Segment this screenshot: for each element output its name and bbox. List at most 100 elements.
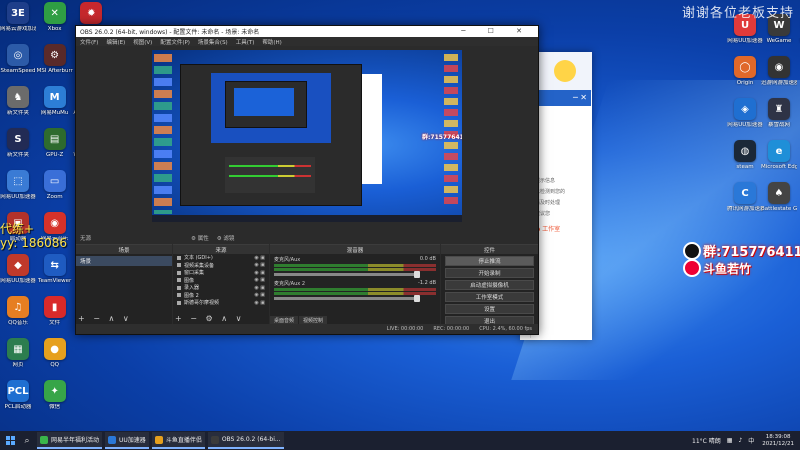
control-buttons: 停止推流 开始录制 启动虚拟摄像机 工作室模式 设置 退出	[441, 256, 538, 326]
desktop-icon[interactable]: ◯ Origin	[728, 56, 762, 96]
obs-menu-item[interactable]: 工具(T)	[236, 38, 255, 46]
obs-menu-item[interactable]: 场景集合(S)	[198, 38, 228, 46]
source-list-item[interactable]: 录入器 ◉ ▣	[173, 284, 269, 292]
obs-menu-item[interactable]: 帮助(H)	[262, 38, 281, 46]
source-list-item[interactable]: 斯德哥尔摩视频 ◉ ▣	[173, 299, 269, 307]
preview-qq-label: 群:715776411	[422, 134, 462, 141]
start-button[interactable]	[0, 431, 20, 450]
app-icon: ⇆	[43, 254, 66, 276]
desktop-icon[interactable]: ♠ Battlestate Games L...	[761, 182, 797, 222]
desktop-icon[interactable]: ♜ 暴雪战网	[762, 98, 796, 138]
obs-statusbar: LIVE: 00:00:00 REC: 00:00:00 CPU: 2.4%, …	[76, 324, 538, 334]
desktop-icon[interactable]: ▮ 文件	[38, 296, 72, 336]
ime-indicator[interactable]: 中	[748, 436, 754, 445]
task-label: UU加速器	[119, 437, 146, 444]
desktop-icon-label: 网易UU加速器	[0, 194, 36, 200]
obs-menu-item[interactable]: 编辑(E)	[106, 38, 125, 46]
source-list-item[interactable]: 窗口采集 ◉ ▣	[173, 269, 269, 277]
taskbar-task[interactable]: 网易半年福利活动	[37, 432, 103, 449]
source-toolbar[interactable]: + − ⚙ ∧ ∨	[175, 314, 244, 323]
desktop-icon[interactable]: ▭ Zoom	[38, 170, 72, 210]
volume-fader[interactable]	[274, 271, 420, 278]
mixer-channel-db: 0.0 dB	[419, 256, 436, 262]
scene-toolbar[interactable]: + − ∧ ∨	[78, 314, 132, 323]
desktop-icon[interactable]: ◉ 迅游网游加速器	[761, 56, 797, 96]
visibility-eye-icon[interactable]: ◉ ▣	[254, 285, 265, 291]
desktop-icon[interactable]: 3E 网易云游戏加速器	[0, 2, 36, 42]
desktop-icon[interactable]: C 腾讯网游加速器	[727, 182, 763, 222]
control-button[interactable]: 工作室模式	[445, 292, 534, 302]
properties-button[interactable]: ⚙ 属性	[191, 234, 209, 242]
desktop-icon[interactable]: ▤ GPU-Z	[38, 128, 72, 168]
qq-group-text: 群:715776411	[703, 245, 800, 260]
sources-panel: 来源 文本 (GDI+) ◉ ▣ 视频采集设备 ◉ ▣ 窗口采集 ◉ ▣ 图像 ◉ ▣ 录入器 ◉…	[173, 244, 269, 325]
desktop-icon[interactable]: ♞ 新文件夹	[1, 86, 35, 126]
desktop-icon[interactable]: ◎ SteamSpeed	[0, 44, 36, 84]
no-source-label: 无源	[80, 235, 92, 242]
desktop-icon-label: Origin	[736, 80, 754, 86]
desktop-icon[interactable]: ⚙网易BUFF	[796, 14, 800, 54]
desktop-icon[interactable]: e Microsoft Edge	[761, 140, 797, 180]
desktop-icon[interactable]: ⚙ MSI Afterburner	[37, 44, 73, 84]
background-dialog-window[interactable]: ─ ✕ 提示信息 已检测到您的 请及时处理 建议您 ● 工作室	[530, 90, 591, 338]
control-button[interactable]: 开始录制	[445, 268, 534, 278]
desktop-icon[interactable]: ✕ Xbox	[38, 2, 72, 42]
stream-overlay-left: 代练+ yy: 186086	[0, 222, 67, 250]
desktop-icon[interactable]: PCL PCL启动器	[1, 380, 35, 420]
desktop-icon[interactable]: ● QQ	[38, 338, 72, 378]
desktop-icon[interactable]: ⬚ 网易UU加速器	[0, 170, 36, 210]
taskbar-clock[interactable]: 18:39:08 2021/12/21	[762, 434, 794, 448]
search-icon[interactable]: ⌕	[20, 431, 34, 450]
volume-icon[interactable]: ♪	[738, 437, 742, 444]
scene-list-item[interactable]: 场景	[76, 256, 172, 266]
desktop-icon[interactable]: ♫ QQ音乐	[1, 296, 35, 336]
desktop-icon[interactable]: M 网易MuMu	[38, 86, 72, 126]
source-list-item[interactable]: 视频采集设备 ◉ ▣	[173, 262, 269, 270]
dialog-text: 提示信息 已检测到您的 请及时处理 建议您	[531, 176, 591, 220]
weather-widget[interactable]: 11°C 晴朗	[692, 436, 721, 445]
taskbar-task[interactable]: 斗鱼直播伴侣	[151, 432, 205, 449]
desktop-icon[interactable]: ◆ 网易UU加速器	[0, 254, 36, 294]
desktop-icon[interactable]: ✦ 微信	[38, 380, 72, 420]
visibility-eye-icon[interactable]: ◉ ▣	[254, 300, 265, 306]
desktop-icon[interactable]: ▦ 网页	[1, 338, 35, 378]
volume-fader[interactable]	[274, 295, 420, 302]
desktop-icon[interactable]: ◍ steam	[728, 140, 762, 180]
app-icon: ◍	[734, 140, 756, 162]
source-name: 文本 (GDI+)	[184, 255, 213, 262]
control-button[interactable]: 设置	[445, 304, 534, 314]
app-icon: ⚙	[43, 44, 66, 66]
filters-button[interactable]: ⚙ 滤镜	[217, 234, 235, 242]
audio-level-meter	[274, 268, 436, 271]
obs-preview[interactable]: 群:715776411	[152, 50, 462, 222]
visibility-eye-icon[interactable]: ◉ ▣	[254, 255, 265, 261]
obs-window[interactable]: OBS 26.0.2 (64-bit, windows) - 配置文件: 未命名…	[75, 25, 539, 335]
source-list-item[interactable]: 图像 ◉ ▣	[173, 277, 269, 285]
scenes-panel-title: 场景	[76, 245, 172, 254]
obs-menu-item[interactable]: 文件(F)	[80, 38, 98, 46]
visibility-eye-icon[interactable]: ◉ ▣	[254, 292, 265, 298]
obs-menu-item[interactable]: 视图(V)	[133, 38, 152, 46]
visibility-eye-icon[interactable]: ◉ ▣	[254, 270, 265, 276]
app-icon: ♞	[7, 86, 29, 108]
source-name: 窗口采集	[184, 270, 205, 277]
obs-titlebar[interactable]: OBS 26.0.2 (64-bit, windows) - 配置文件: 未命名…	[76, 26, 538, 37]
desktop-icon-label: QQ音乐	[8, 320, 28, 326]
source-list-item[interactable]: 图像 2 ◉ ▣	[173, 292, 269, 300]
obs-menu-item[interactable]: 配置文件(P)	[160, 38, 190, 46]
desktop-icon[interactable]: ◈ 网易UU加速器	[727, 98, 763, 138]
visibility-eye-icon[interactable]: ◉ ▣	[254, 262, 265, 268]
nested-preview-2	[225, 81, 307, 128]
network-icon[interactable]: ▦	[727, 437, 733, 444]
taskbar-task[interactable]: OBS 26.0.2 (64-bi...	[207, 432, 284, 449]
control-button[interactable]: 停止推流	[445, 256, 534, 266]
visibility-eye-icon[interactable]: ◉ ▣	[254, 277, 265, 283]
dialog-window-controls[interactable]: ─ ✕	[573, 93, 587, 102]
nested-preview	[211, 73, 331, 143]
taskbar-task[interactable]: UU加速器	[105, 432, 149, 449]
obs-window-controls[interactable]: ─ ☐ ✕	[461, 27, 532, 35]
desktop-icon[interactable]: S 新文件夹	[1, 128, 35, 168]
control-button[interactable]: 启动虚拟摄像机	[445, 280, 534, 290]
source-list-item[interactable]: 文本 (GDI+) ◉ ▣	[173, 254, 269, 262]
desktop-icon[interactable]: ⇆ TeamViewer	[38, 254, 72, 294]
